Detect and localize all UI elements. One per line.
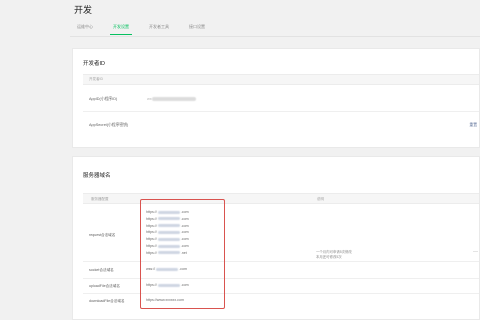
tab-dev-settings[interactable]: 开发设置 (110, 20, 132, 35)
appsecret-row: AppSecret(小程序密钥) 重置 (83, 112, 479, 138)
server-domain-title: 服务器域名 (83, 173, 111, 179)
download-domain-label: downloadFile合法域名 (89, 299, 125, 303)
column-description: 说明 (317, 196, 324, 201)
developer-id-table-header: 开发者ID (83, 74, 479, 85)
page-title: 开发 (74, 5, 93, 15)
developer-id-header-label: 开发者ID (89, 77, 103, 81)
modify-note: 一个月内可申请5次修改 本月还可修改5次 (316, 250, 352, 259)
developer-id-title: 开发者ID (83, 61, 106, 67)
redacted-mask (151, 97, 196, 101)
upload-domain-label: uploadFile合法域名 (89, 284, 120, 288)
developer-id-card: 开发者ID 开发者ID AppID(小程序ID) wx AppSecret(小程… (72, 48, 480, 148)
tabs-divider (70, 36, 480, 37)
appid-value: wx (147, 97, 196, 101)
minus-icon: — (473, 249, 478, 255)
appsecret-reset-link[interactable]: 重置 (469, 123, 477, 128)
tab-ops-center[interactable]: 运维中心 (74, 20, 96, 35)
appid-row: AppID(小程序ID) wx (83, 86, 479, 112)
server-domain-card: 服务器域名 服务器配置 说明 request合法域名 https://.com … (72, 156, 480, 320)
tab-dev-tools[interactable]: 开发者工具 (146, 20, 172, 35)
tab-bar: 运维中心 开发设置 开发者工具 接口设置 (74, 20, 208, 36)
tab-api-settings[interactable]: 接口设置 (186, 20, 208, 35)
socket-domain-label: socket合法域名 (89, 268, 114, 272)
column-server-config: 服务器配置 (91, 196, 109, 201)
appid-label: AppID(小程序ID) (89, 97, 118, 101)
highlight-box (140, 199, 225, 309)
appsecret-label: AppSecret(小程序密钥) (89, 123, 129, 127)
request-domain-label: request合法域名 (89, 233, 116, 237)
